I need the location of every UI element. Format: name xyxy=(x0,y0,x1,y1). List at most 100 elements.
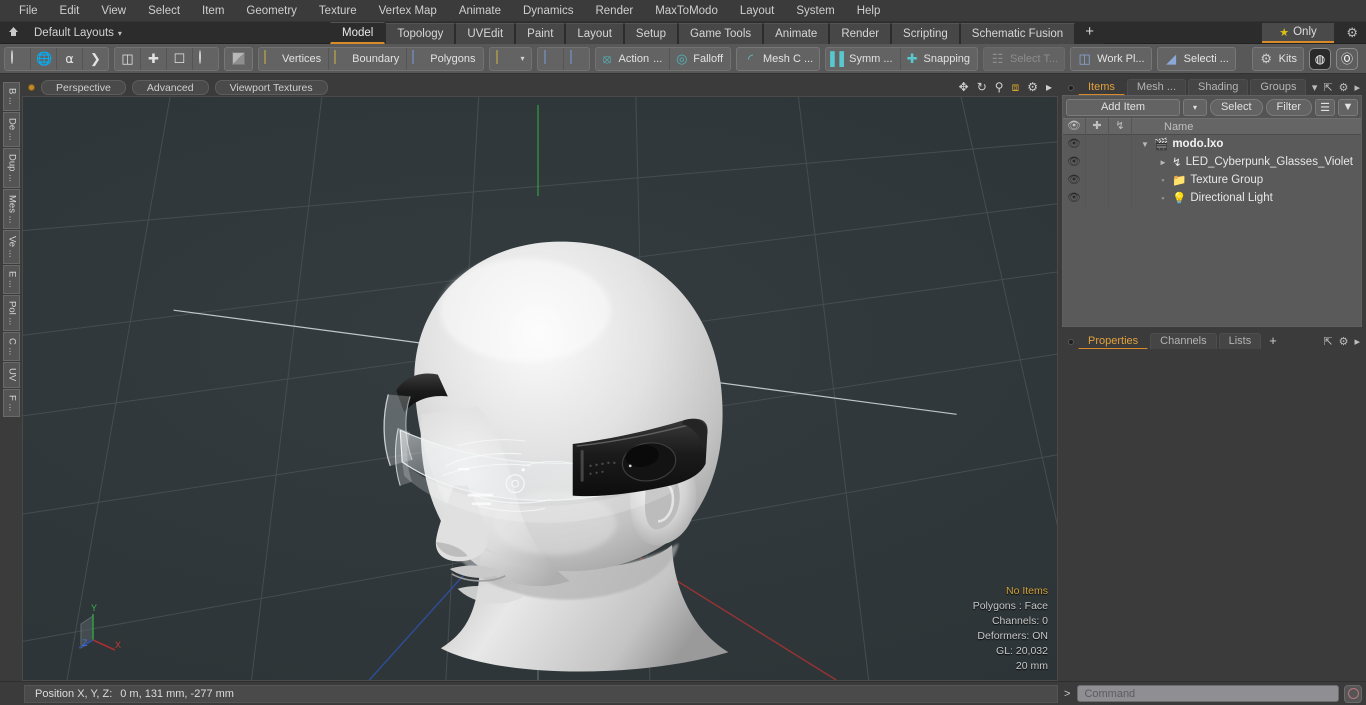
selection-sets-button[interactable]: ◢ Selecti ... xyxy=(1156,46,1236,71)
polygons-mode-button[interactable]: Polygons xyxy=(407,48,482,70)
vtab-duplicate[interactable]: Dup ... xyxy=(2,147,20,188)
only-toggle-button[interactable]: ★ Only xyxy=(1262,23,1334,43)
chevron-down-icon[interactable]: ▾ xyxy=(1312,81,1318,94)
falloff-button[interactable]: ◎ Falloff xyxy=(670,48,730,70)
menu-item-maxtomodo[interactable]: MaxToModo xyxy=(644,0,729,22)
table-row[interactable]: 👁 ► ↯ LED_Cyberpunk_Glasses_Violet xyxy=(1063,153,1361,171)
panel-menu-dot-icon[interactable] xyxy=(1068,85,1074,91)
tab-render[interactable]: Render xyxy=(829,22,892,44)
more-arrow-icon[interactable]: ▸ xyxy=(1354,335,1360,348)
home-icon[interactable] xyxy=(0,25,26,41)
gear-icon[interactable]: ⚙ xyxy=(1339,81,1349,94)
tab-lists[interactable]: Lists xyxy=(1218,333,1262,349)
table-row[interactable]: 👁 ▪ 📁 Texture Group xyxy=(1063,171,1361,189)
expand-icon[interactable]: ⇱ xyxy=(1323,335,1332,348)
record-circle-icon[interactable] xyxy=(1344,684,1362,703)
viewport-advanced-button[interactable]: Advanced xyxy=(131,79,209,95)
mesh-constraint-button[interactable]: ◜ Mesh C ... xyxy=(736,46,821,71)
item-cube-icon[interactable] xyxy=(490,48,515,70)
menu-item-item[interactable]: Item xyxy=(191,0,235,22)
eye-icon[interactable]: 👁 xyxy=(1063,189,1086,207)
zoom-icon[interactable]: ⚲ xyxy=(995,80,1004,94)
mirror-icon[interactable]: ◫ xyxy=(115,47,141,70)
vtab-vertex[interactable]: Ve ... xyxy=(2,230,20,264)
add-panel-tab-button[interactable]: + xyxy=(1263,333,1283,349)
eye-icon[interactable]: 👁 xyxy=(1063,153,1086,171)
rotate-icon[interactable]: ↻ xyxy=(977,80,987,94)
tab-topology[interactable]: Topology xyxy=(385,22,456,44)
vtab-edge[interactable]: E ... xyxy=(2,264,20,294)
menu-item-animate[interactable]: Animate xyxy=(448,0,512,22)
menu-item-texture[interactable]: Texture xyxy=(308,0,368,22)
vtab-uv[interactable]: UV xyxy=(2,362,20,388)
panel-menu-dot-icon[interactable] xyxy=(1068,339,1074,345)
eye-icon[interactable]: 👁 xyxy=(1063,171,1086,189)
circle-icon[interactable] xyxy=(5,47,31,70)
vtab-curve[interactable]: C ... xyxy=(2,331,20,362)
frame-icon[interactable]: ☐ xyxy=(167,47,193,70)
chevron-right-icon[interactable]: ► xyxy=(1158,158,1168,167)
vtab-mesh[interactable]: Mes ... xyxy=(2,188,20,230)
menu-item-render[interactable]: Render xyxy=(584,0,644,22)
tab-mesh-ops[interactable]: Mesh ... xyxy=(1126,79,1187,95)
more-arrow-icon[interactable]: ▸ xyxy=(1046,80,1052,94)
tab-setup[interactable]: Setup xyxy=(623,22,678,44)
curve-icon[interactable]: ❯ xyxy=(83,48,108,70)
table-row[interactable]: 👁 ▪ 💡 Directional Light xyxy=(1063,189,1361,207)
menu-item-view[interactable]: View xyxy=(90,0,137,22)
items-tree[interactable]: 👁 ▼ 🎬 modo.lxo 👁 ► ↯ LED_Cyberpunk_Glass… xyxy=(1063,135,1361,326)
default-layouts-dropdown[interactable]: Default Layouts ▾ xyxy=(26,27,130,39)
add-tab-button[interactable]: + xyxy=(1075,22,1104,44)
expand-icon[interactable]: ⇱ xyxy=(1323,81,1332,94)
ellipse-icon[interactable] xyxy=(193,48,218,70)
tab-animate[interactable]: Animate xyxy=(763,22,830,44)
add-item-button[interactable]: Add Item xyxy=(1066,98,1180,116)
record-dot-icon[interactable] xyxy=(28,83,35,91)
vtab-deform[interactable]: De ... xyxy=(2,111,20,147)
tree-item-glasses-mesh[interactable]: ► ↯ LED_Cyberpunk_Glasses_Violet xyxy=(1132,155,1353,169)
tab-properties[interactable]: Properties xyxy=(1078,333,1149,349)
gear-icon[interactable]: ⚙ xyxy=(1027,80,1038,94)
command-input[interactable]: Command xyxy=(1077,685,1339,702)
menu-item-help[interactable]: Help xyxy=(846,0,892,22)
modo-sphere-icon[interactable]: ◍ xyxy=(1309,47,1331,70)
tree-item-directional-light[interactable]: ▪ 💡 Directional Light xyxy=(1132,191,1272,205)
tab-layout[interactable]: Layout xyxy=(565,22,624,44)
tree-item-texture-group[interactable]: ▪ 📁 Texture Group xyxy=(1132,173,1263,187)
tab-model[interactable]: Model xyxy=(330,21,386,44)
menu-item-system[interactable]: System xyxy=(785,0,845,22)
filter-button[interactable]: Filter xyxy=(1265,98,1312,116)
tab-groups[interactable]: Groups xyxy=(1250,79,1307,95)
viewport-perspective-button[interactable]: Perspective xyxy=(41,79,126,95)
tab-paint[interactable]: Paint xyxy=(515,22,566,44)
work-plane-button[interactable]: ◫ Work Pl... xyxy=(1070,46,1152,71)
add-item-dropdown[interactable]: ▾ xyxy=(1182,98,1207,116)
menu-item-dynamics[interactable]: Dynamics xyxy=(512,0,584,22)
vertices-mode-button[interactable]: Vertices xyxy=(259,47,330,70)
tab-items[interactable]: Items xyxy=(1078,79,1125,95)
mannequin-head-model[interactable] xyxy=(23,97,1057,680)
select-through-button[interactable]: ☷ Select T... xyxy=(983,46,1066,71)
menu-item-edit[interactable]: Edit xyxy=(49,0,91,22)
funnel-icon[interactable]: ▼ xyxy=(1338,98,1358,116)
paint-select-alt-icon[interactable] xyxy=(564,48,589,70)
symmetry-button[interactable]: ▌▌ Symm ... xyxy=(826,47,901,70)
globe-icon[interactable]: 🌐 xyxy=(31,47,57,70)
tab-schematic-fusion[interactable]: Schematic Fusion xyxy=(959,22,1076,44)
table-row[interactable]: 👁 ▼ 🎬 modo.lxo xyxy=(1063,135,1361,153)
mesh-cube-icon[interactable] xyxy=(224,46,253,71)
tab-shading[interactable]: Shading xyxy=(1188,79,1249,95)
snapping-button[interactable]: ✚ Snapping xyxy=(901,48,978,70)
gear-icon[interactable]: ⚙ xyxy=(1346,25,1358,41)
action-center-button[interactable]: ⦻ Action ... xyxy=(596,47,671,70)
kits-button[interactable]: ⚙ Kits xyxy=(1251,46,1304,71)
vtab-fusion[interactable]: F ... xyxy=(2,388,20,417)
tree-item-scene[interactable]: ▼ 🎬 modo.lxo xyxy=(1132,137,1223,151)
vtab-polygon[interactable]: Pol ... xyxy=(2,294,20,331)
menu-item-file[interactable]: File xyxy=(8,0,49,22)
tab-game-tools[interactable]: Game Tools xyxy=(677,22,764,44)
pan-icon[interactable]: ✥ xyxy=(959,80,969,94)
chevron-down-icon[interactable]: ▾ xyxy=(515,54,531,63)
unreal-engine-icon[interactable]: Ⓞ xyxy=(1336,47,1358,70)
eye-icon[interactable]: 👁 xyxy=(1063,135,1086,153)
